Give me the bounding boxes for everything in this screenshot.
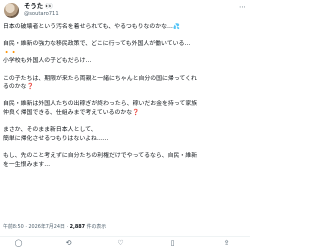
user-handle[interactable]: @soutaro711: [24, 11, 59, 18]
tweet-line: まさか、そのまま新日本人として、: [3, 127, 97, 134]
view-label: 件の表示: [86, 224, 107, 230]
diamond-emoji-icon: 🔸🔸: [3, 49, 18, 56]
tweet-line: 自民・維新は外国人たちの出稼ぎが終わったら、稼いだお金を持って家族: [3, 101, 198, 108]
tweet-header: そうた 👀 @soutaro711 ⋯: [3, 2, 247, 20]
view-count: 2,887: [69, 224, 86, 230]
tweet-line: この子たちは、期限が来たら両親と一緒にちゃんと自分の国に帰ってくれ: [3, 75, 197, 82]
avatar[interactable]: [4, 3, 19, 18]
action-bar: ◯ ⟲ ♡ ▯ ⇪: [0, 236, 250, 250]
tweet-line: るのかな❓: [3, 84, 34, 91]
retweet-icon[interactable]: ⟲: [64, 239, 73, 248]
share-icon[interactable]: ⇪: [222, 239, 231, 248]
tweet-meta: 午前8:50 · 2026年7月24日 · 2,887 件の表示: [3, 224, 247, 231]
tweet-time[interactable]: 午前8:50: [3, 224, 24, 230]
tweet-line: もし、先のこと考えずに自分たちの利権だけでやってるなら、自民・維新: [3, 152, 198, 159]
tweet-line: 小学校も外国人の子どもだらけ…: [3, 58, 92, 65]
sweat-emoji-icon: 💦: [172, 24, 180, 30]
tweet-line: 🔸🔸: [3, 49, 247, 58]
tweet-line: 簡単に帰化させるつもりはないよね……: [3, 135, 109, 142]
tweet-date[interactable]: 2026年7月24日: [28, 224, 64, 230]
display-name[interactable]: そうた 👀: [24, 2, 53, 10]
reply-icon[interactable]: ◯: [14, 239, 23, 248]
tweet-line: を一生恨みます…: [3, 161, 51, 168]
tweet-line: 自民・維新の強力な移民政策で、どこに行っても外国人が働いている…: [3, 41, 191, 48]
tweet-line: 仲良く帰国できる、仕組みまで考えているのかな❓: [3, 109, 140, 116]
tweet-card: そうた 👀 @soutaro711 ⋯ 日本の破壊者という汚名を着せられても、や…: [0, 0, 250, 249]
more-icon[interactable]: ⋯: [239, 3, 246, 11]
tweet-text: 日本の破壊者という汚名を着せられても、やるつもりなのかな…💦 自民・維新の強力な…: [3, 23, 247, 169]
like-icon[interactable]: ♡: [116, 239, 125, 248]
tweet-line: 日本の破壊者という汚名を着せられても、やるつもりなのかな…💦: [3, 24, 180, 30]
bookmark-icon[interactable]: ▯: [168, 239, 177, 248]
